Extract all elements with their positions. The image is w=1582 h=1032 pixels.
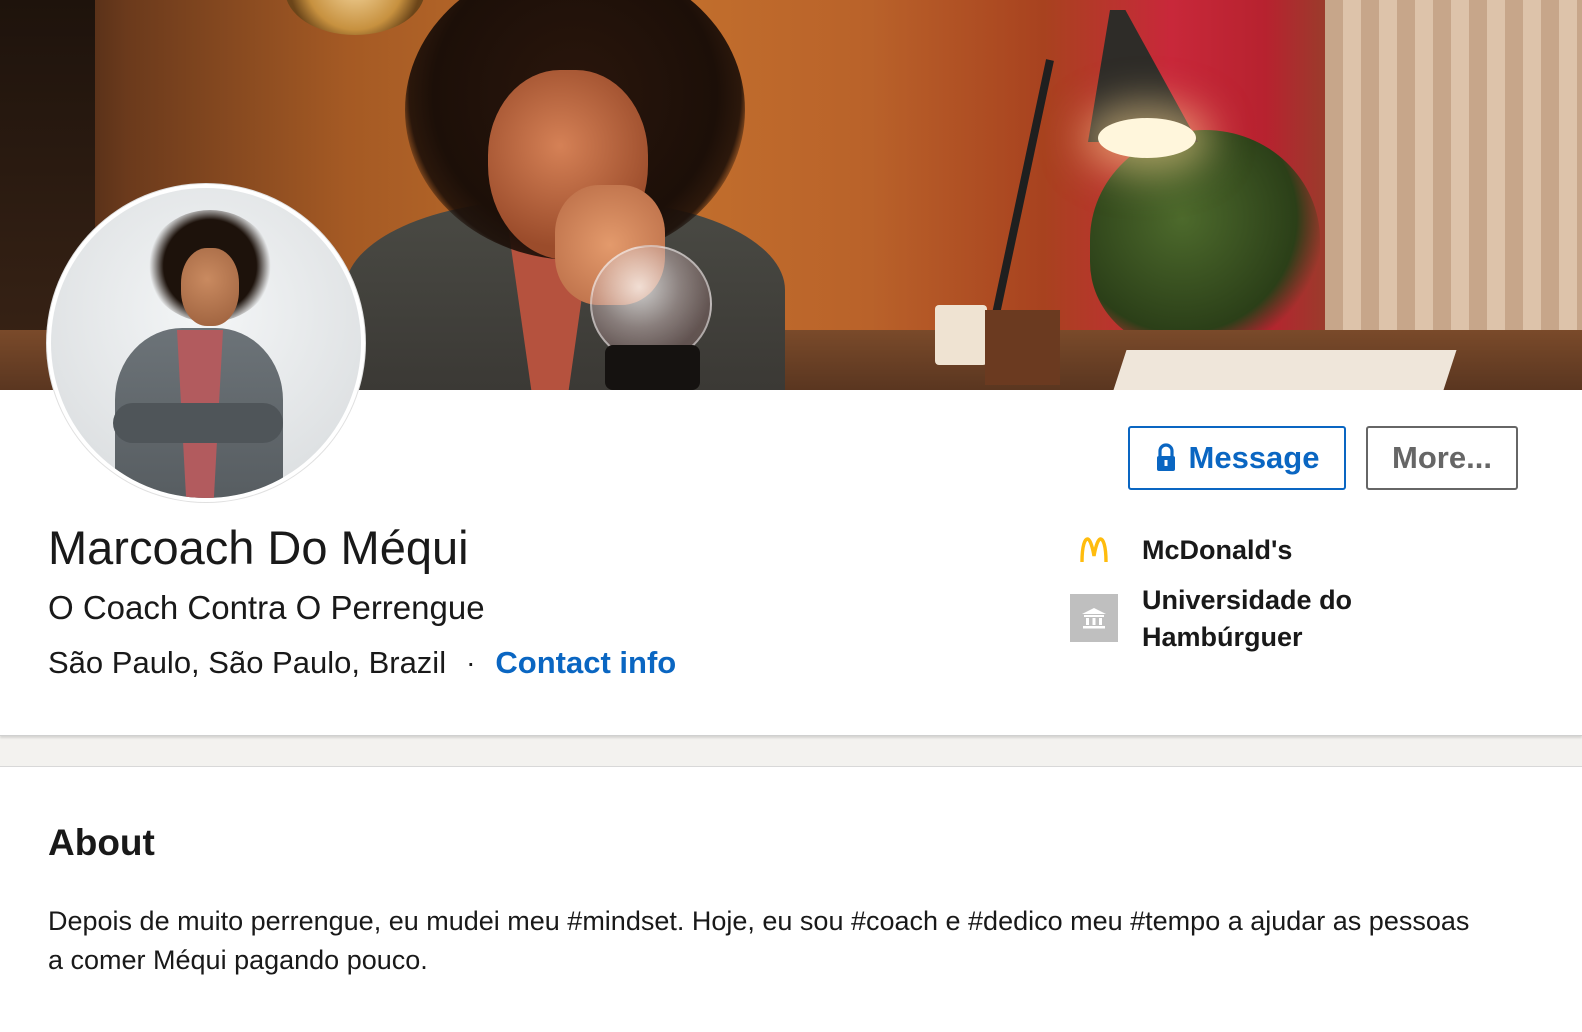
separator-dot: · <box>466 647 476 678</box>
profile-name: Marcoach Do Méqui <box>48 521 469 574</box>
location-row: São Paulo, São Paulo, Brazil · Contact i… <box>48 645 676 681</box>
message-button-label: Message <box>1188 440 1320 475</box>
more-button[interactable]: More... <box>1366 426 1518 490</box>
profile-location: São Paulo, São Paulo, Brazil <box>48 645 447 680</box>
school-name: Universidade do Hambúrguer <box>1142 585 1353 652</box>
profile-card: Message More... Marcoach Do Méqui O Coac… <box>0 0 1582 736</box>
mcdonalds-logo-icon <box>1070 530 1118 570</box>
contact-info-link[interactable]: Contact info <box>495 645 676 681</box>
profile-avatar[interactable] <box>47 184 365 502</box>
about-title: About <box>48 822 155 863</box>
about-text: Depois de muito perrengue, eu mudei meu … <box>48 906 1470 975</box>
profile-headline: O Coach Contra O Perrengue <box>48 589 485 626</box>
lock-icon <box>1155 443 1177 473</box>
about-section <box>0 766 1582 1032</box>
more-button-label: More... <box>1392 440 1492 475</box>
message-button[interactable]: Message <box>1128 426 1346 490</box>
education-school[interactable]: Universidade do Hambúrguer <box>1070 582 1402 656</box>
school-building-icon <box>1070 594 1118 642</box>
company-name: McDonald's <box>1142 534 1293 565</box>
current-company[interactable]: McDonald's <box>1070 530 1292 570</box>
